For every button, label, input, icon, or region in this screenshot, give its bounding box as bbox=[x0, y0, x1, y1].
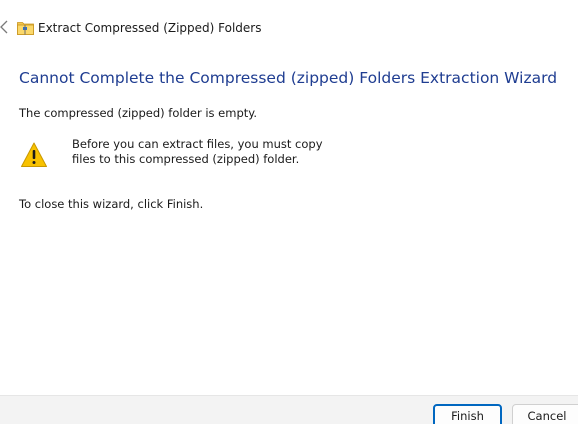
empty-folder-message: The compressed (zipped) folder is empty. bbox=[19, 106, 258, 120]
close-instructions: To close this wizard, click Finish. bbox=[19, 197, 204, 211]
warning-message: Before you can extract files, you must c… bbox=[72, 137, 372, 167]
warning-line-1: Before you can extract files, you must c… bbox=[72, 137, 323, 151]
cancel-button[interactable]: Cancel bbox=[512, 404, 578, 424]
extract-wizard-window: Extract Compressed (Zipped) Folders Cann… bbox=[0, 0, 578, 424]
zipped-folder-icon bbox=[17, 22, 34, 35]
warning-line-2: files to this compressed (zipped) folder… bbox=[72, 152, 300, 166]
button-bar: Finish Cancel bbox=[0, 395, 578, 424]
wizard-heading: Cannot Complete the Compressed (zipped) … bbox=[19, 69, 558, 87]
title-bar: Extract Compressed (Zipped) Folders bbox=[0, 0, 578, 56]
back-arrow-icon[interactable] bbox=[0, 20, 8, 34]
warning-icon bbox=[21, 142, 47, 167]
finish-button[interactable]: Finish bbox=[433, 404, 502, 424]
window-title: Extract Compressed (Zipped) Folders bbox=[38, 21, 262, 35]
